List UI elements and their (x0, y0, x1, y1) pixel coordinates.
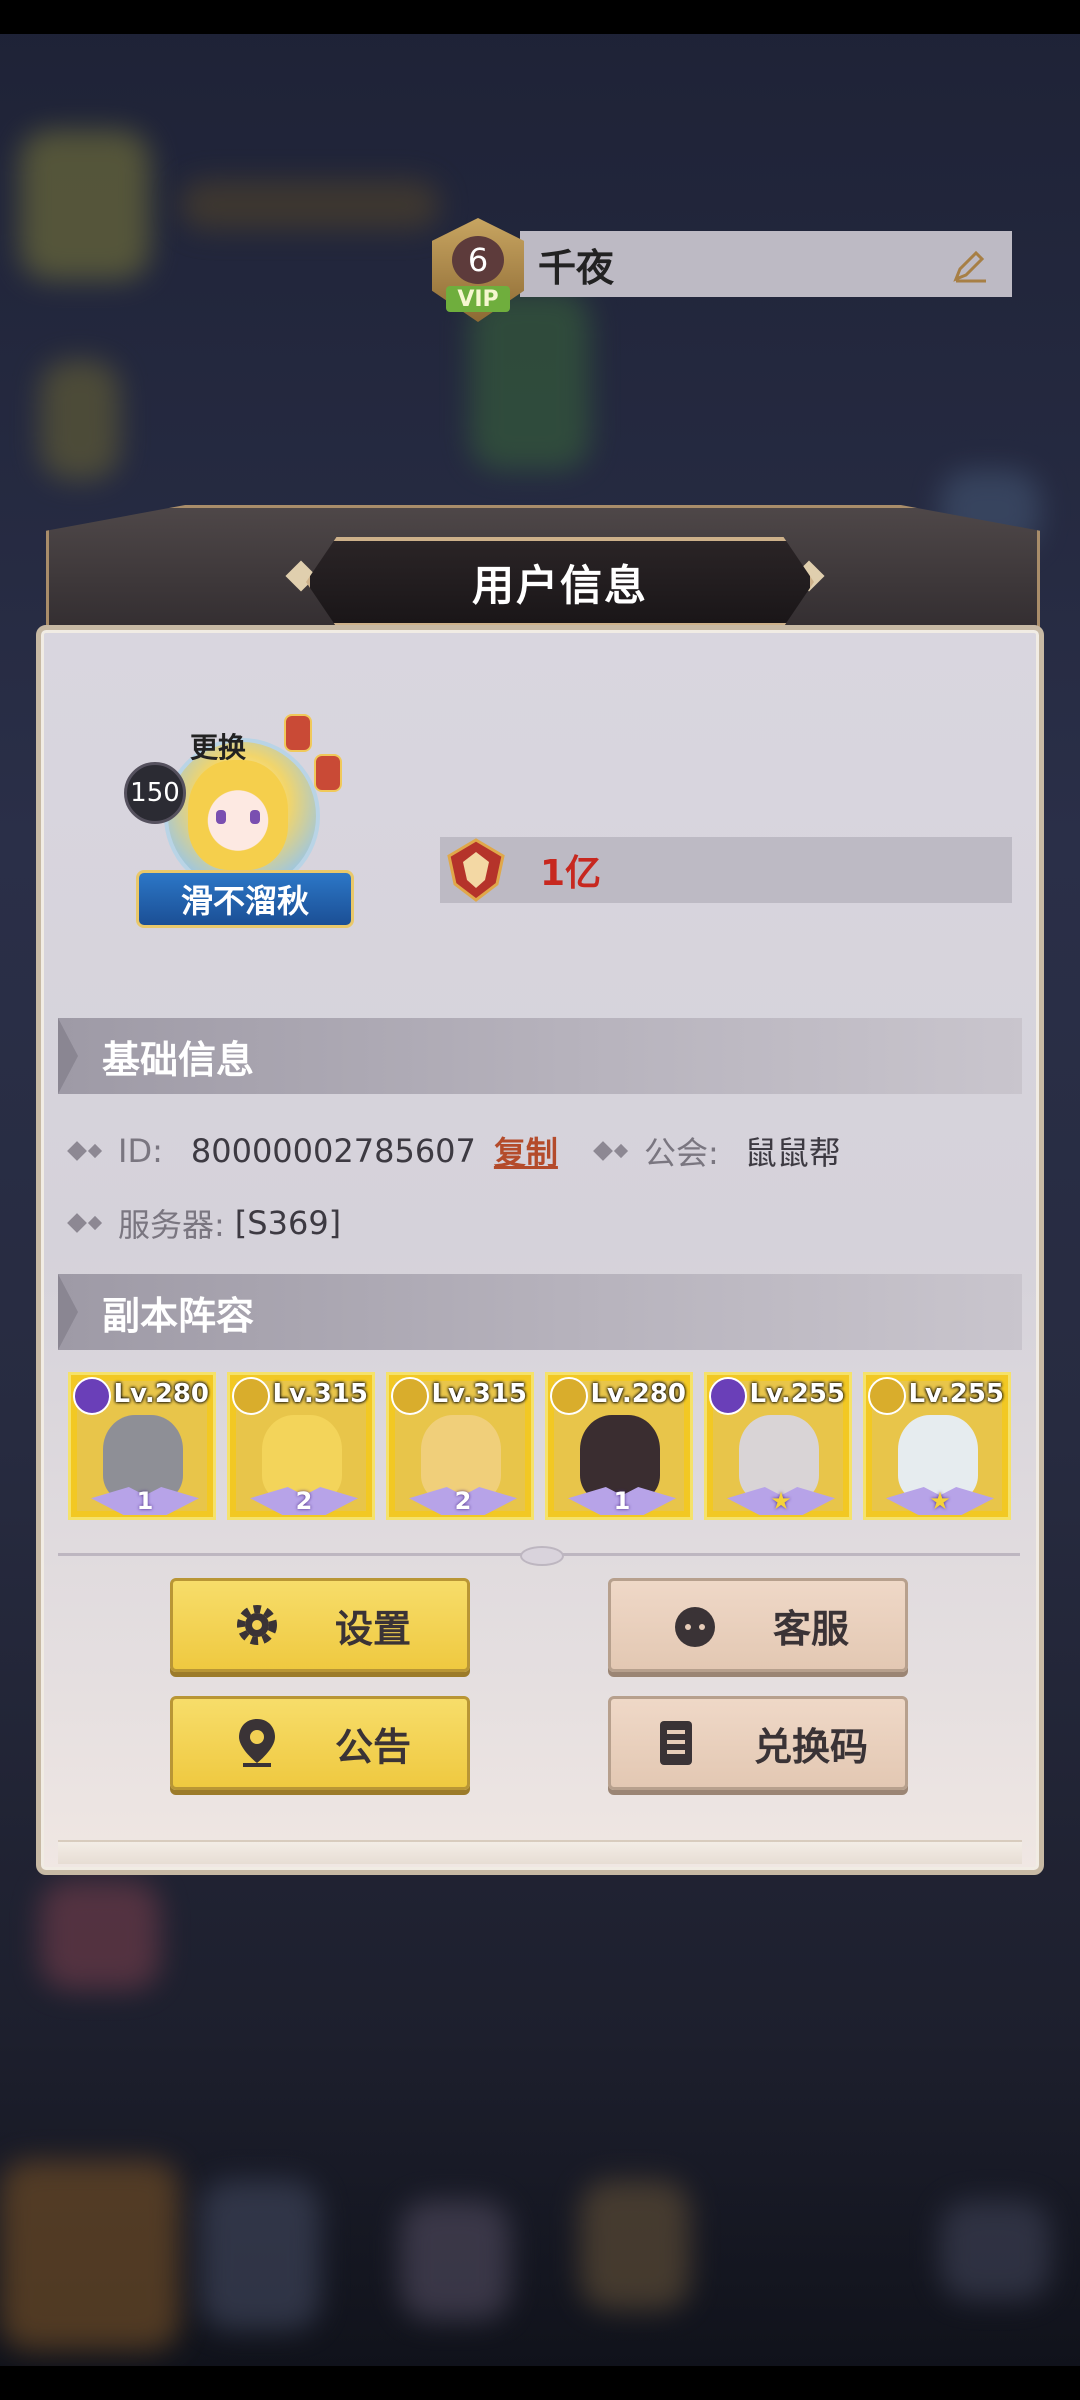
hero-card[interactable]: Lv.280 1 (545, 1372, 693, 1520)
redeem-code-label: 兑换码 (753, 1724, 868, 1769)
avatar-portrait (188, 760, 288, 870)
headset-icon (674, 1607, 715, 1647)
guild-value: 鼠鼠帮 (744, 1134, 841, 1172)
vip-level: 6 (452, 236, 504, 284)
divider-ornament (520, 1546, 564, 1566)
hero-star-count: 1 (613, 1487, 631, 1515)
combat-power-bar (440, 837, 1012, 903)
hero-lineup: Lv.280 1 Lv.315 2 Lv.315 2 Lv.280 1 Lv.2… (60, 1372, 1020, 1524)
lineup-header: 副本阵容 (58, 1274, 1022, 1350)
server-row: 服务器: [S369] (67, 1200, 342, 1246)
title-plate: 用户信息 (306, 537, 814, 627)
hero-level: Lv.315 (431, 1379, 527, 1409)
change-avatar-label[interactable]: 更换 (190, 726, 246, 766)
player-name-bar: 千夜 (520, 231, 1012, 297)
hero-level: Lv.255 (749, 1379, 845, 1409)
server-value: [S369] (234, 1204, 342, 1242)
bullet-icon (87, 1143, 103, 1159)
redeem-code-button[interactable]: 兑换码 (608, 1696, 908, 1790)
customer-service-label: 客服 (772, 1606, 849, 1651)
guild-row: 公会: 鼠鼠帮 (593, 1128, 841, 1174)
bullet-icon (593, 1141, 613, 1161)
hero-card[interactable]: Lv.315 2 (386, 1372, 534, 1520)
location-pin-icon (238, 1719, 275, 1767)
section-title: 副本阵容 (102, 1293, 255, 1338)
hero-level: Lv.280 (113, 1379, 209, 1409)
hero-level: Lv.315 (272, 1379, 368, 1409)
combat-power-value: 1亿 (540, 853, 602, 894)
lantern-icon (314, 754, 342, 792)
bullet-icon (613, 1143, 629, 1159)
hero-star-icon: ★ (929, 1487, 951, 1515)
element-icon (73, 1377, 111, 1415)
hero-card[interactable]: Lv.315 2 (227, 1372, 375, 1520)
player-name: 千夜 (538, 245, 615, 290)
basic-info-header: 基础信息 (58, 1018, 1022, 1094)
bullet-icon (87, 1215, 103, 1231)
bullet-icon (67, 1141, 87, 1161)
customer-service-button[interactable]: 客服 (608, 1578, 908, 1672)
dialog-footer-ornament (58, 1840, 1022, 1864)
player-level-badge: 150 (124, 762, 186, 824)
element-icon (232, 1377, 270, 1415)
settings-button[interactable]: 设置 (170, 1578, 470, 1672)
element-icon (868, 1377, 906, 1415)
copy-id-button[interactable]: 复制 (494, 1128, 558, 1174)
avatar-eye (216, 810, 226, 824)
navigation-bar (0, 2366, 1080, 2400)
hero-level: Lv.255 (908, 1379, 1004, 1409)
hero-star-count: 2 (295, 1487, 313, 1515)
hero-card[interactable]: Lv.255 ★ (863, 1372, 1011, 1520)
hero-card[interactable]: Lv.280 1 (68, 1372, 216, 1520)
hero-star-count: 1 (136, 1487, 154, 1515)
combat-power-icon (447, 838, 505, 902)
bullet-icon (67, 1213, 87, 1233)
hero-level: Lv.280 (590, 1379, 686, 1409)
hero-star-icon: ★ (770, 1487, 792, 1515)
hero-card[interactable]: Lv.255 ★ (704, 1372, 852, 1520)
id-value: 80000002785607 (190, 1132, 476, 1170)
dialog-title: 用户信息 (471, 560, 648, 610)
gear-icon (236, 1605, 277, 1645)
edit-name-icon[interactable] (950, 245, 990, 285)
element-icon (391, 1377, 429, 1415)
guild-label: 公会: (644, 1134, 719, 1172)
lantern-icon (284, 714, 312, 752)
id-label: ID: (118, 1132, 163, 1170)
vip-badge[interactable]: 6 VIP (432, 218, 524, 322)
hero-star-count: 2 (454, 1487, 472, 1515)
settings-label: 设置 (334, 1606, 411, 1651)
avatar-eye (250, 810, 260, 824)
element-icon (709, 1377, 747, 1415)
server-label: 服务器: (118, 1206, 225, 1244)
status-bar (0, 0, 1080, 34)
title-nameplate: 滑不溜秋 (136, 870, 354, 928)
vip-label: VIP (446, 286, 510, 312)
document-icon (659, 1721, 692, 1765)
avatar[interactable]: 150 更换 滑不溜秋 (124, 710, 354, 928)
notice-label: 公告 (334, 1724, 411, 1769)
element-icon (550, 1377, 588, 1415)
notice-button[interactable]: 公告 (170, 1696, 470, 1790)
section-title: 基础信息 (102, 1037, 255, 1082)
id-row: ID: 80000002785607 复制 (67, 1128, 558, 1174)
